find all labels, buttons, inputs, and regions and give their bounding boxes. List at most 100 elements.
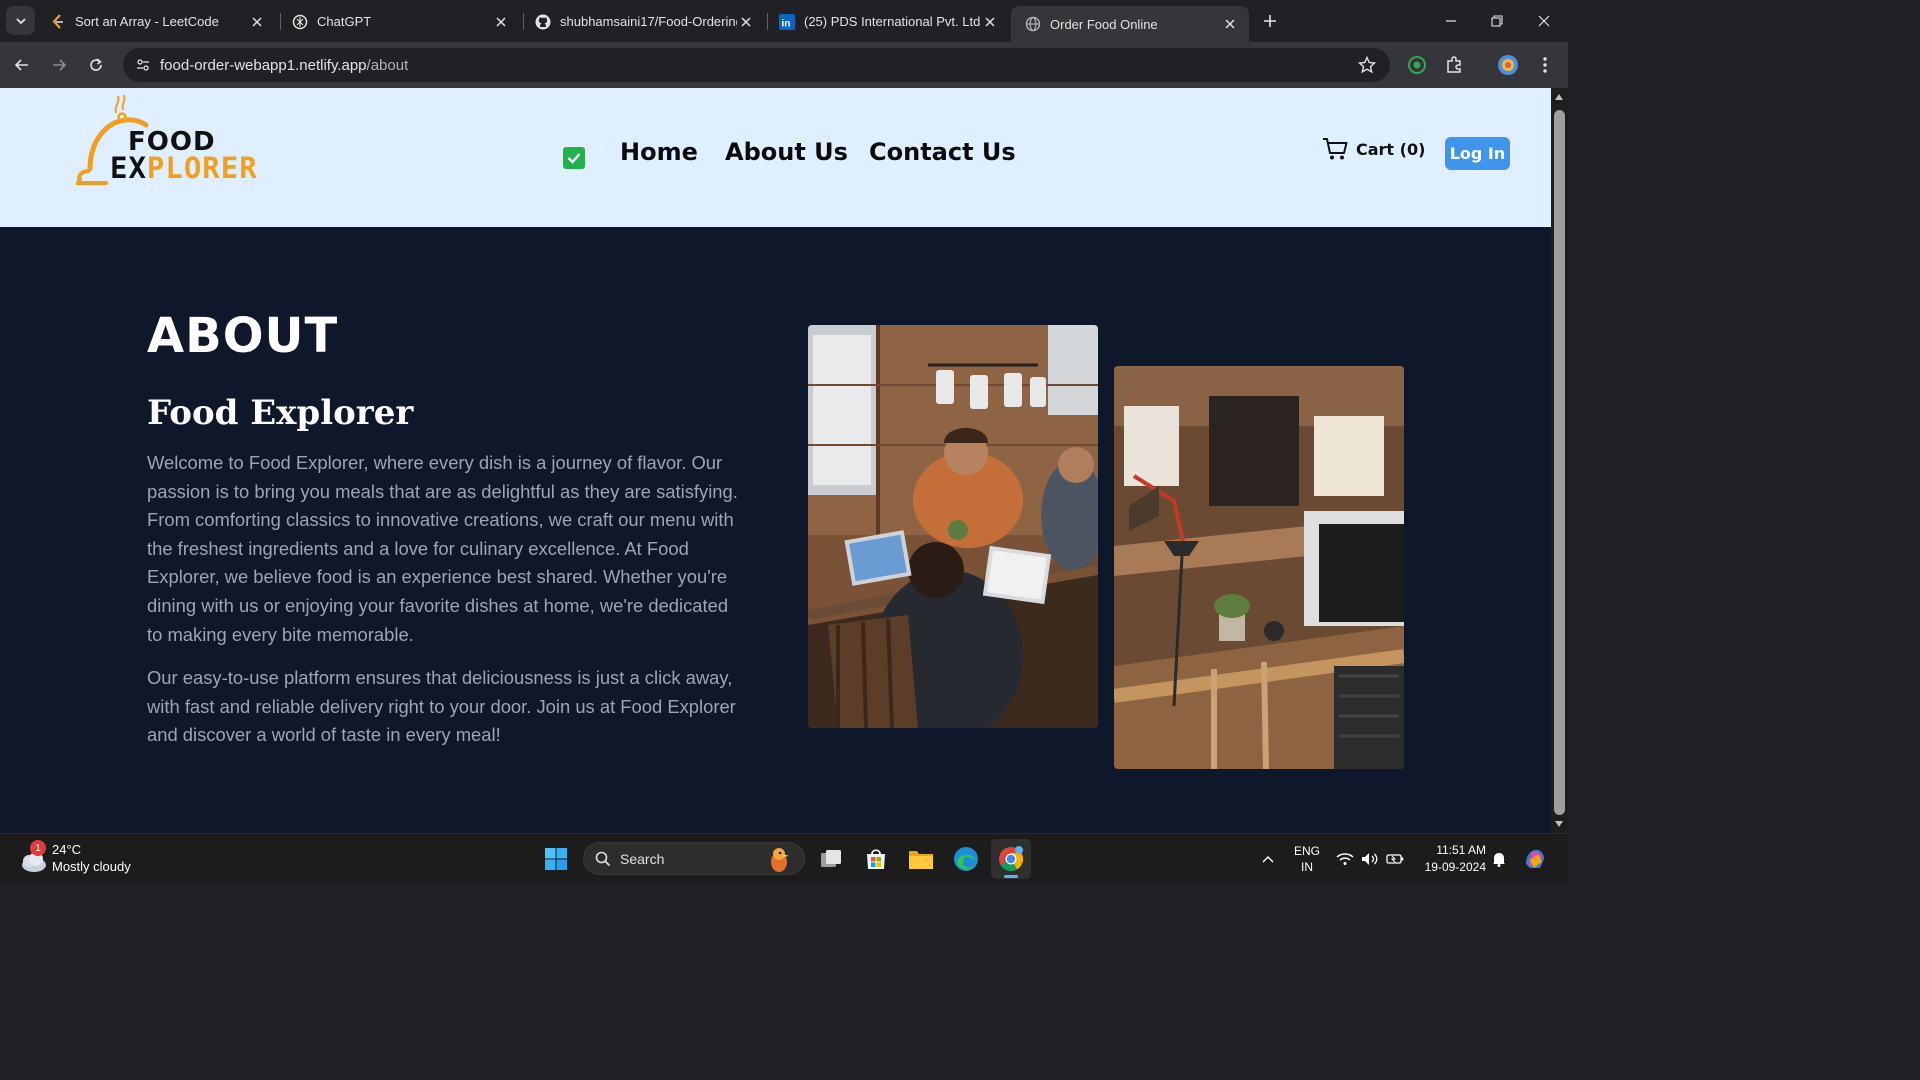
site-settings-icon[interactable] [131,53,155,77]
close-icon[interactable] [492,13,510,31]
reload-button[interactable] [82,51,110,79]
tab-chatgpt[interactable]: ChatGPT [278,6,520,37]
cart-link[interactable]: Cart (0) [1322,135,1425,163]
site-logo[interactable]: FOOD EXPLORER [76,89,257,193]
page-scrollbar[interactable] [1551,88,1568,833]
battery-icon[interactable] [1384,834,1406,883]
search-label: Search [620,851,665,867]
close-icon[interactable] [737,13,755,31]
tab-order-food-online[interactable]: Order Food Online [1011,6,1249,42]
profile-avatar[interactable] [1495,52,1521,78]
shopping-cart-icon [1323,138,1348,160]
windows-icon [545,848,567,870]
search-icon [595,851,611,867]
close-icon[interactable] [248,13,266,31]
chatgpt-icon [292,14,308,30]
back-button[interactable] [8,51,36,79]
close-icon [1538,15,1550,27]
tab-github[interactable]: shubhamsaini17/Food-Ordering [521,6,765,37]
edge-icon [954,847,978,871]
task-view-button[interactable] [811,839,851,879]
close-window-button[interactable] [1531,8,1557,34]
extensions-puzzle-icon[interactable] [1441,52,1467,78]
chevron-down-icon [15,17,26,24]
svg-text:in: in [782,18,791,29]
notification-badge: 1 [30,840,46,856]
tab-title: (25) PDS International Pvt. Ltd.: [804,14,981,29]
tab-search-button[interactable] [6,6,35,35]
new-tab-button[interactable] [1259,10,1281,32]
plus-icon [1264,15,1276,27]
browser-tab-strip: Sort an Array - LeetCode ChatGPT shubham… [0,0,1568,42]
copilot-icon[interactable] [1520,834,1550,883]
minimize-button[interactable] [1438,8,1464,34]
extension-green-icon[interactable] [1404,52,1430,78]
page-viewport: FOOD EXPLORER Home About Us Contact Us C… [0,88,1551,833]
check-icon [567,153,581,164]
nav-about-us[interactable]: About Us [725,138,848,166]
scroll-down-arrow-icon[interactable] [1555,821,1563,827]
weather-widget[interactable]: 1 24°C Mostly cloudy [16,840,166,878]
reload-icon [90,58,102,71]
arrow-right-icon [53,59,67,71]
close-icon[interactable] [1221,15,1239,33]
store-icon [867,849,885,869]
microsoft-store-button[interactable] [856,839,896,879]
system-clock[interactable]: 11:51 AM 19-09-2024 [1414,842,1486,876]
linkedin-icon: in [779,13,795,30]
tab-title: ChatGPT [317,14,372,29]
edge-browser-button[interactable] [946,839,986,879]
site-header: FOOD EXPLORER Home About Us Contact Us C… [0,88,1551,227]
file-explorer-button[interactable] [901,839,941,879]
github-icon [535,14,551,30]
cart-label: Cart (0) [1356,139,1426,159]
address-bar[interactable]: food-order-webapp1.netlify.app/about [123,48,1390,82]
close-icon[interactable] [981,13,999,31]
kebab-menu-icon[interactable] [1532,52,1558,78]
region-code: IN [1301,860,1313,874]
leetcode-icon [50,13,66,30]
scrollbar-thumb[interactable] [1554,110,1565,815]
minimize-icon [1446,20,1456,22]
logo-text-plorer: PLORER [146,151,258,185]
nav-home[interactable]: Home [620,138,698,166]
windows-taskbar: 1 24°C Mostly cloudy Search ENG IN 11:51… [0,833,1568,882]
weather-condition: Mostly cloudy [52,859,131,874]
tab-title: Order Food Online [1050,16,1158,32]
about-image-team [808,325,1098,728]
tab-linkedin[interactable]: in (25) PDS International Pvt. Ltd.: [765,6,1009,37]
clock-time: 11:51 AM [1436,843,1486,857]
about-subheading: Food Explorer [147,393,414,433]
language-indicator[interactable]: ENG IN [1291,843,1323,875]
restore-button[interactable] [1484,8,1510,34]
show-hidden-icons-button[interactable] [1256,834,1280,883]
tab-title: shubhamsaini17/Food-Ordering [560,14,737,29]
clock-date: 19-09-2024 [1424,860,1486,874]
arrow-left-icon [14,59,28,71]
volume-icon[interactable] [1359,834,1381,883]
tab-leetcode[interactable]: Sort an Array - LeetCode [36,6,276,37]
chevron-up-icon [1262,855,1274,863]
about-image-office [1114,366,1404,769]
page-title: ABOUT [147,308,339,364]
menu-checkbox[interactable] [563,147,585,169]
about-paragraph-2: Our easy-to-use platform ensures that de… [147,667,736,746]
restore-icon [1491,15,1503,27]
url-path: /about [366,57,409,74]
taskbar-search[interactable]: Search [583,842,805,875]
login-button[interactable]: Log In [1445,137,1510,170]
chrome-browser-button[interactable] [991,839,1031,879]
nav-contact-us[interactable]: Contact Us [869,138,1016,166]
scroll-up-arrow-icon[interactable] [1555,94,1563,100]
language-code: ENG [1293,844,1320,858]
notification-bell-icon[interactable] [1489,834,1509,883]
forward-button[interactable] [45,51,73,79]
url-text[interactable]: food-order-webapp1.netlify.app/about [160,57,408,74]
about-paragraph-1: Welcome to Food Explorer, where every di… [147,452,738,645]
bookmark-star-icon[interactable] [1356,54,1378,76]
browser-toolbar: food-order-webapp1.netlify.app/about [0,42,1568,88]
active-app-indicator [1004,875,1018,878]
start-button[interactable] [536,839,576,879]
wifi-icon[interactable] [1335,834,1355,883]
task-view-icon [821,850,841,867]
